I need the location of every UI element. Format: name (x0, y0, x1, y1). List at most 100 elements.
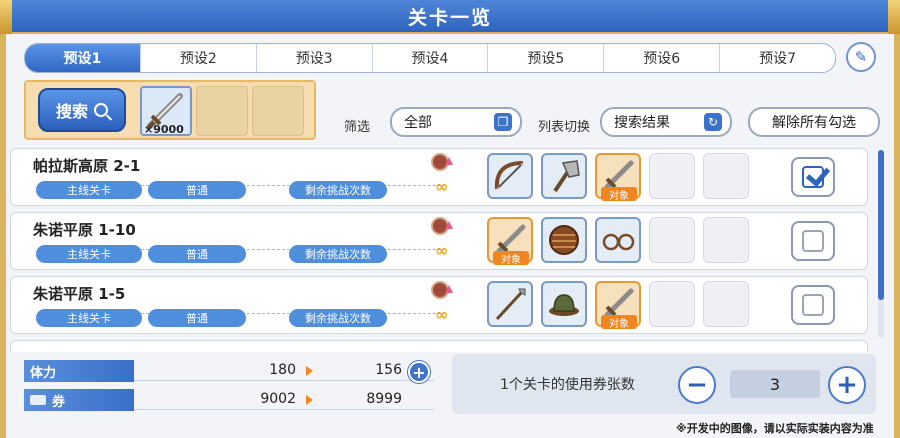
drop-item[interactable] (487, 281, 533, 327)
scrollbar-thumb[interactable] (878, 150, 884, 300)
ticket-use-value: 3 (730, 370, 820, 398)
stage-checkbox[interactable] (791, 157, 835, 197)
stage-name: 朱诺平原 1-5 (33, 285, 126, 303)
stage-row-partial[interactable] (10, 340, 868, 352)
stamina-label: 体力 (24, 360, 134, 382)
search-item-slot[interactable]: ×9000 (140, 86, 192, 136)
remaining-attempts-label: 剩余挑战次数 (289, 181, 387, 199)
stat-divider (134, 380, 434, 381)
title-corner-left (0, 0, 12, 34)
tab-preset-6[interactable]: 预设6 (604, 44, 721, 72)
glasses-icon (602, 233, 635, 251)
stage-row[interactable]: 帕拉斯高原 2-1 主线关卡 普通 剩余挑战次数 ∞ 对象 (10, 148, 868, 206)
stage-name: 朱诺平原 1-10 (33, 221, 136, 239)
difficulty-tag: 普通 (148, 309, 246, 327)
tab-preset-3[interactable]: 预设3 (257, 44, 373, 72)
list-switch-dropdown[interactable]: 搜索结果 ↻ (600, 107, 732, 137)
ticket-use-label: 1个关卡的使用券张数 (500, 377, 635, 393)
drop-item[interactable] (487, 153, 533, 199)
tab-preset-7[interactable]: 预设7 (720, 44, 835, 72)
drop-item[interactable] (541, 153, 587, 199)
remaining-attempts-label: 剩余挑战次数 (289, 245, 387, 263)
checkbox-empty-icon (802, 230, 824, 252)
stage-row[interactable]: 朱诺平原 1-5 主线关卡 普通 剩余挑战次数 ∞ 对象 (10, 276, 868, 334)
hat-icon (549, 294, 579, 316)
bow-icon (494, 161, 524, 190)
checkbox-empty-icon (802, 294, 824, 316)
filter-dropdown[interactable]: 全部 ❐ (390, 107, 522, 137)
edit-preset-button[interactable]: ✎ (846, 42, 876, 72)
stage-checkbox[interactable] (791, 285, 835, 325)
stage-type-tag: 主线关卡 (36, 181, 142, 199)
stage-type-tag: 主线关卡 (36, 245, 142, 263)
drop-slot-empty (649, 217, 695, 263)
remaining-attempts-value: ∞ (435, 305, 449, 324)
target-badge: 对象 (601, 187, 637, 202)
ticket-use-panel: 1个关卡的使用券张数 − 3 + (452, 354, 876, 414)
stage-list: 帕拉斯高原 2-1 主线关卡 普通 剩余挑战次数 ∞ 对象 朱诺平原 1-10 … (10, 146, 876, 352)
add-stamina-button[interactable]: + (408, 361, 430, 383)
search-button-label: 搜索 (55, 102, 88, 121)
difficulty-tag: 普通 (148, 181, 246, 199)
decrease-button[interactable]: − (678, 366, 716, 404)
refresh-icon: ↻ (704, 113, 722, 131)
boost-emblem-icon (431, 217, 453, 235)
target-badge: 对象 (493, 251, 529, 266)
stamina-current: 180 (269, 362, 296, 378)
checkmark-icon (802, 166, 824, 188)
tab-preset-4[interactable]: 预设4 (373, 44, 489, 72)
search-slot-empty[interactable] (196, 86, 248, 136)
arrow-right-icon (306, 366, 313, 376)
arrow-right-icon (306, 395, 313, 405)
ticket-current: 9002 (260, 391, 296, 407)
target-badge: 对象 (601, 315, 637, 330)
ticket-row: 券 9002 8999 (24, 387, 436, 413)
stage-row[interactable]: 朱诺平原 1-10 主线关卡 普通 剩余挑战次数 ∞ 对象 (10, 212, 868, 270)
stage-name: 帕拉斯高原 2-1 (33, 157, 141, 175)
drop-item[interactable] (595, 217, 641, 263)
ticket-label: 券 (52, 394, 66, 410)
axe-icon (553, 160, 580, 193)
list-switch-label: 列表切换 (538, 120, 591, 135)
stamina-after: 156 (375, 362, 402, 378)
remaining-attempts-label: 剩余挑战次数 (289, 309, 387, 327)
search-icon (94, 103, 108, 117)
stat-divider (134, 409, 434, 410)
drop-item[interactable] (541, 281, 587, 327)
spear-icon (495, 288, 526, 321)
remaining-attempts-value: ∞ (435, 177, 449, 196)
drop-slot-empty (649, 153, 695, 199)
title-bar: 关卡一览 (0, 0, 900, 34)
drop-item-target[interactable]: 对象 (595, 281, 641, 330)
remaining-attempts-value: ∞ (435, 241, 449, 260)
search-slot-empty[interactable] (252, 86, 304, 136)
drop-slot-empty (703, 281, 749, 327)
ticket-after: 8999 (366, 391, 402, 407)
stage-list-scrollbar[interactable] (878, 150, 884, 338)
tab-preset-2[interactable]: 预设2 (141, 44, 257, 72)
tab-preset-5[interactable]: 预设5 (488, 44, 605, 72)
drop-item[interactable] (541, 217, 587, 263)
increase-button[interactable]: + (828, 366, 866, 404)
drop-item-target[interactable]: 对象 (595, 153, 641, 202)
search-button[interactable]: 搜索 (38, 88, 126, 132)
title-corner-right (888, 0, 900, 34)
shield-icon (549, 225, 579, 255)
preset-tabs: 预设1 预设2 预设3 预设4 预设5 预设6 预设7 (24, 43, 836, 73)
tab-preset-1[interactable]: 预设1 (25, 44, 141, 72)
window-icon: ❐ (494, 113, 512, 131)
list-switch-value: 搜索结果 (614, 115, 670, 131)
drop-slot-empty (703, 153, 749, 199)
stage-checkbox[interactable] (791, 221, 835, 261)
pencil-icon: ✎ (854, 48, 868, 66)
clear-all-label: 解除所有勾选 (772, 115, 856, 131)
difficulty-tag: 普通 (148, 245, 246, 263)
stage-type-tag: 主线关卡 (36, 309, 142, 327)
ticket-label-box: 券 (24, 389, 134, 411)
window-title: 关卡一览 (407, 6, 492, 29)
item-count: ×9000 (144, 123, 184, 136)
filter-label: 筛选 (344, 120, 371, 135)
clear-all-checks-button[interactable]: 解除所有勾选 (748, 107, 880, 137)
filter-value: 全部 (404, 115, 432, 131)
drop-item-target[interactable]: 对象 (487, 217, 533, 266)
